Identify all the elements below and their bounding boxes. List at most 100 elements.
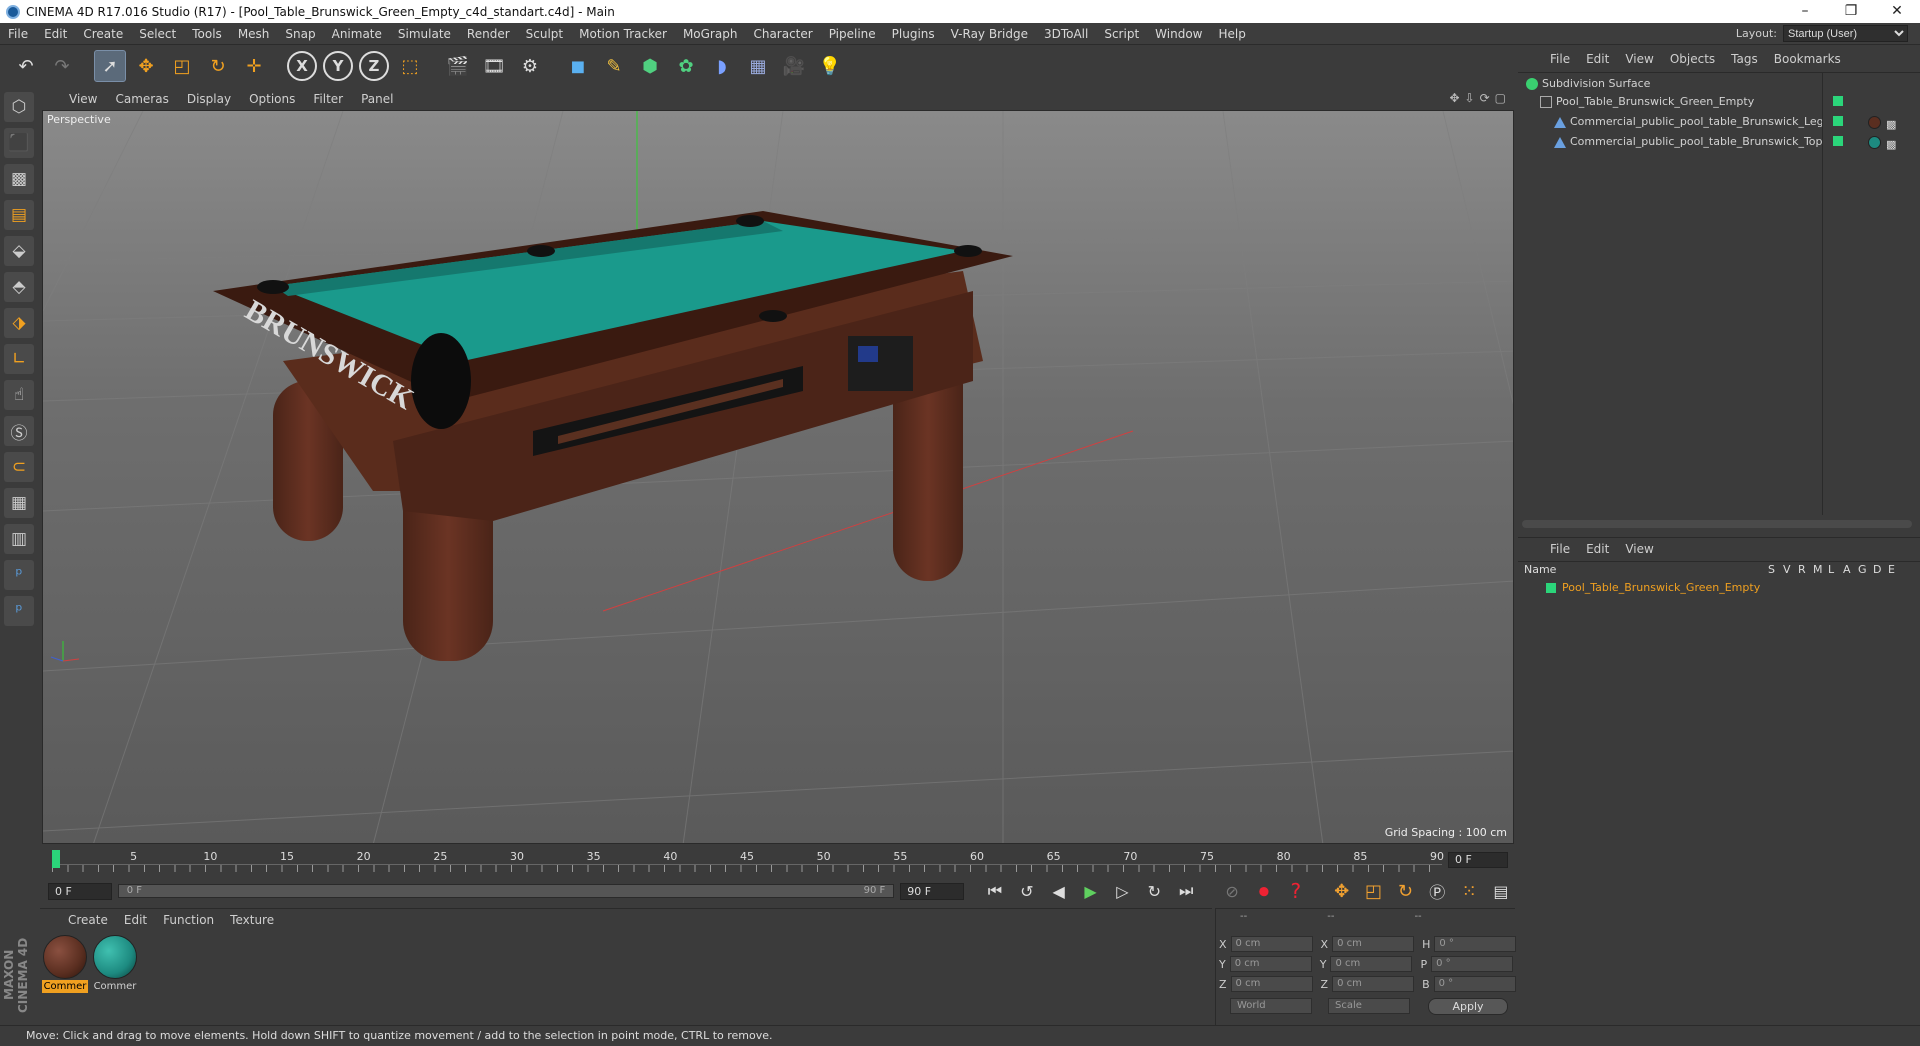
- layer-menu-file[interactable]: File: [1542, 542, 1578, 556]
- timeline-window-icon[interactable]: ▤: [1488, 878, 1514, 904]
- menu-simulate[interactable]: Simulate: [390, 27, 459, 41]
- object-row[interactable]: Commercial_public_pool_table_Brunswick_L…: [1518, 113, 1920, 131]
- layer-color-tag[interactable]: [1833, 116, 1843, 126]
- polygons-mode-icon[interactable]: ⬗: [4, 308, 34, 338]
- object-menu-edit[interactable]: Edit: [1578, 52, 1617, 66]
- object-menu-objects[interactable]: Objects: [1662, 52, 1723, 66]
- model-mode-icon[interactable]: ⬛: [4, 128, 34, 158]
- material-menu-function[interactable]: Function: [155, 913, 222, 927]
- restore-button[interactable]: ❐: [1828, 0, 1874, 23]
- go-to-start-icon[interactable]: ⏮: [982, 878, 1008, 904]
- start-frame-field[interactable]: 0 F: [48, 882, 112, 900]
- size-x-field[interactable]: 0 cm: [1332, 936, 1415, 952]
- previous-frame-icon[interactable]: ◀: [1046, 878, 1072, 904]
- menu-create[interactable]: Create: [75, 27, 131, 41]
- timeline-ticks[interactable]: 051015202530354045505560657075808590: [52, 850, 1444, 874]
- menu-vray-bridge[interactable]: V-Ray Bridge: [943, 27, 1036, 41]
- cube-object-icon[interactable]: ◼: [562, 50, 594, 82]
- timeline-ruler[interactable]: 051015202530354045505560657075808590 0 F: [42, 846, 1514, 876]
- texture-mode-icon[interactable]: ▩: [4, 164, 34, 194]
- menu-mograph[interactable]: MoGraph: [675, 27, 746, 41]
- render-to-picture-viewer-icon[interactable]: 🎞: [478, 50, 510, 82]
- keyframe-selection-icon[interactable]: ?: [1283, 878, 1309, 904]
- layer-color-tag[interactable]: [1833, 136, 1843, 146]
- object-row[interactable]: Pool_Table_Brunswick_Green_Empty: [1518, 93, 1920, 111]
- rotation-b-field[interactable]: 0 °: [1433, 976, 1516, 992]
- minimize-button[interactable]: –: [1782, 0, 1828, 23]
- record-keys-icon[interactable]: ⊘: [1219, 878, 1245, 904]
- play-icon[interactable]: ▶: [1078, 878, 1104, 904]
- render-settings-icon[interactable]: ⚙: [514, 50, 546, 82]
- magnet-icon[interactable]: ⊂: [4, 452, 34, 482]
- layer-row[interactable]: Pool_Table_Brunswick_Green_Empty: [1518, 579, 1920, 597]
- object-menu-view[interactable]: View: [1617, 52, 1661, 66]
- layer-menu-view[interactable]: View: [1617, 542, 1661, 556]
- viewport-menu-view[interactable]: View: [60, 92, 106, 106]
- viewport-menu-panel[interactable]: Panel: [352, 92, 402, 106]
- live-selection-icon[interactable]: ✛: [238, 50, 270, 82]
- rotation-p-field[interactable]: 0 °: [1431, 956, 1514, 972]
- viewport-menu-filter[interactable]: Filter: [304, 92, 352, 106]
- menu-snap[interactable]: Snap: [277, 27, 323, 41]
- position-y-field[interactable]: 0 cm: [1229, 956, 1312, 972]
- frame-range-slider[interactable]: 0 F 90 F: [117, 884, 895, 898]
- make-editable-icon[interactable]: ⬡: [4, 92, 34, 122]
- material-tag-icon[interactable]: [1868, 136, 1881, 149]
- deformer-icon[interactable]: ◗: [706, 50, 738, 82]
- layout-dropdown[interactable]: Startup (User): [1783, 25, 1908, 42]
- go-to-end-icon[interactable]: ⏭: [1173, 878, 1199, 904]
- select-tool-icon[interactable]: ➚: [94, 50, 126, 82]
- axis-x-lock-button[interactable]: X: [287, 51, 317, 81]
- previous-key-icon[interactable]: ↺: [1014, 878, 1040, 904]
- workplane-mode-icon[interactable]: ▤: [4, 200, 34, 230]
- axis-y-lock-button[interactable]: Y: [323, 51, 353, 81]
- workplane-icon[interactable]: ▦: [4, 488, 34, 518]
- menu-motion-tracker[interactable]: Motion Tracker: [571, 27, 675, 41]
- layer-color-swatch[interactable]: [1546, 583, 1556, 593]
- menu-animate[interactable]: Animate: [324, 27, 390, 41]
- coordinate-type-dropdown[interactable]: Scale: [1328, 998, 1410, 1014]
- record-position-icon[interactable]: ✥: [1329, 878, 1355, 904]
- scale-tool-icon[interactable]: ◰: [166, 50, 198, 82]
- material-tag-icon[interactable]: [1868, 116, 1881, 129]
- menu-render[interactable]: Render: [459, 27, 518, 41]
- tweak-mode-icon[interactable]: ☝: [4, 380, 34, 410]
- next-frame-icon[interactable]: ▷: [1109, 878, 1135, 904]
- record-scale-icon[interactable]: ◰: [1361, 878, 1387, 904]
- snap-icon[interactable]: Ⓢ: [4, 416, 34, 446]
- pen-spline-icon[interactable]: ✎: [598, 50, 630, 82]
- perspective-viewport[interactable]: BRUNSWICK Perspective Grid Spacing : 100…: [42, 110, 1514, 844]
- texture-tag-icon[interactable]: ▩: [1886, 136, 1896, 154]
- rotation-h-field[interactable]: 0 °: [1434, 936, 1517, 952]
- menu-script[interactable]: Script: [1096, 27, 1147, 41]
- coordinate-mode-dropdown[interactable]: World: [1230, 998, 1312, 1014]
- render-view-icon[interactable]: 🎬: [442, 50, 474, 82]
- end-frame-field[interactable]: 90 F: [900, 882, 965, 900]
- workplane-lock-icon[interactable]: ▥: [4, 524, 34, 554]
- move-tool-icon[interactable]: ✥: [130, 50, 162, 82]
- apply-button[interactable]: Apply: [1428, 998, 1508, 1015]
- viewport-menu-display[interactable]: Display: [178, 92, 240, 106]
- material-menu-edit[interactable]: Edit: [116, 913, 155, 927]
- record-parameters-icon[interactable]: Ⓟ: [1424, 878, 1450, 904]
- menu-help[interactable]: Help: [1210, 27, 1253, 41]
- material-menu-texture[interactable]: Texture: [222, 913, 282, 927]
- subdivision-surface-icon[interactable]: ⬢: [634, 50, 666, 82]
- redo-icon[interactable]: ↷: [46, 50, 78, 82]
- layer-menu-edit[interactable]: Edit: [1578, 542, 1617, 556]
- current-frame-field[interactable]: 0 F: [1448, 852, 1508, 868]
- menu-3dtoall[interactable]: 3DToAll: [1036, 27, 1096, 41]
- viewport-nav-icons[interactable]: ✥⇩⟳▢: [1449, 91, 1511, 105]
- playhead[interactable]: [52, 850, 60, 868]
- menu-plugins[interactable]: Plugins: [884, 27, 943, 41]
- menu-sculpt[interactable]: Sculpt: [518, 27, 571, 41]
- axis-z-lock-button[interactable]: Z: [359, 51, 389, 81]
- texture-tag-icon[interactable]: ▩: [1886, 116, 1896, 134]
- menu-tools[interactable]: Tools: [184, 27, 230, 41]
- point-level-animation-icon[interactable]: ⁙: [1456, 878, 1482, 904]
- menu-edit[interactable]: Edit: [36, 27, 75, 41]
- rotate-tool-icon[interactable]: ↻: [202, 50, 234, 82]
- size-z-field[interactable]: 0 cm: [1332, 976, 1415, 992]
- undo-icon[interactable]: ↶: [10, 50, 42, 82]
- floor-object-icon[interactable]: ▦: [742, 50, 774, 82]
